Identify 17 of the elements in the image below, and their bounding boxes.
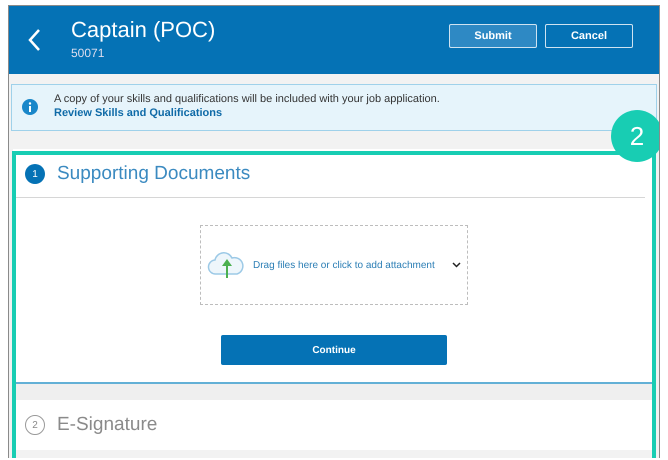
upload-label: Drag files here or click to add attachment — [253, 260, 436, 270]
step-title[interactable]: E-Signature — [57, 414, 158, 436]
step-number: 2 — [25, 415, 45, 435]
cancel-button[interactable]: Cancel — [545, 24, 633, 48]
requisition-number: 50071 — [71, 46, 106, 60]
submit-button[interactable]: Submit — [449, 24, 537, 48]
review-skills-link[interactable]: Review Skills and Qualifications — [54, 107, 440, 119]
info-message: A copy of your skills and qualifications will be included with your job application. — [54, 93, 440, 105]
info-icon — [22, 99, 38, 115]
upload-dropzone[interactable]: Drag files here or click to add attachment — [200, 225, 468, 305]
back-icon[interactable] — [27, 28, 41, 52]
chevron-down-icon[interactable] — [452, 262, 461, 268]
page-title: Captain (POC) — [71, 16, 216, 44]
step-number: 1 — [25, 164, 45, 184]
continue-button[interactable]: Continue — [221, 335, 447, 365]
step-title[interactable]: Supporting Documents — [57, 163, 250, 185]
cloud-upload-icon — [207, 250, 245, 280]
